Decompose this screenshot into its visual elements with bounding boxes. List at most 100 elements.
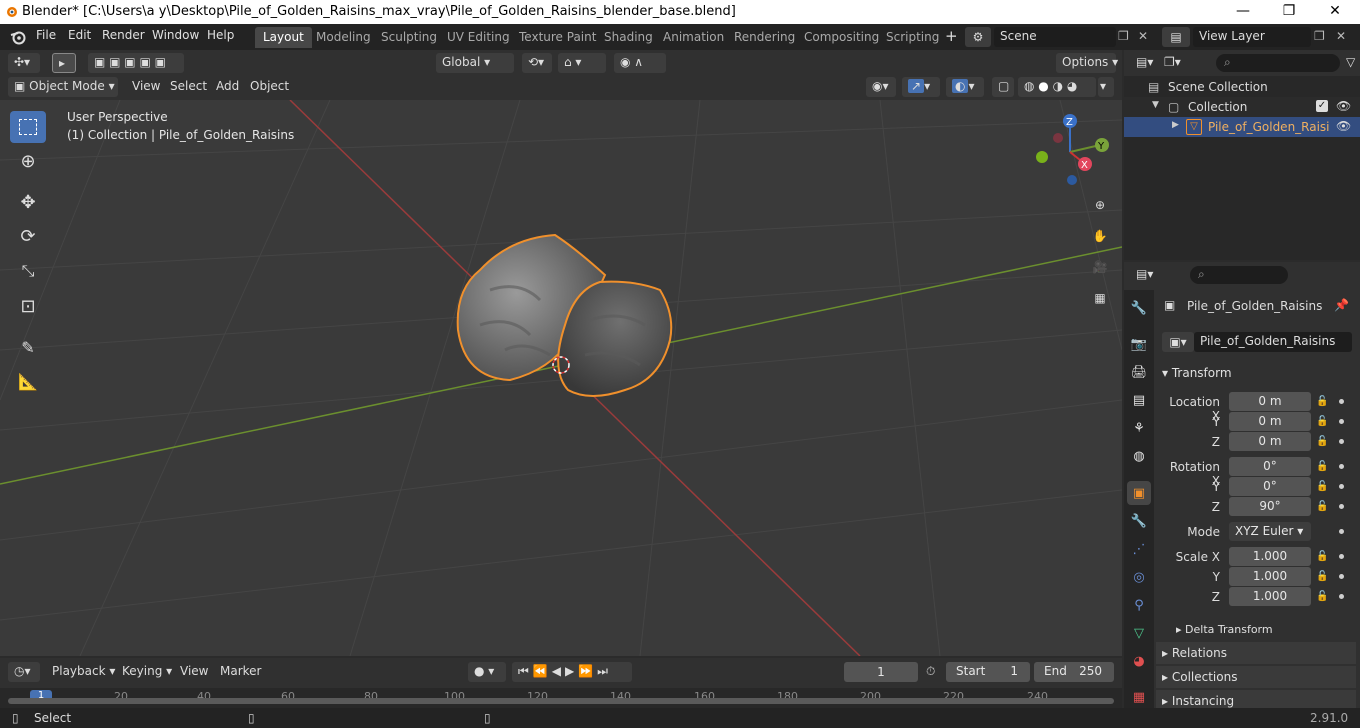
- keyframe-dot-icon[interactable]: [1339, 574, 1344, 579]
- select-box-tool-icon[interactable]: ▸: [52, 53, 76, 73]
- location-z-field[interactable]: 0 m: [1229, 432, 1311, 451]
- location-y-field[interactable]: 0 m: [1229, 412, 1311, 431]
- camera-view-icon[interactable]: 🎥: [1087, 254, 1113, 280]
- xray-toggle-icon[interactable]: ▢: [992, 77, 1014, 97]
- collection-eye-icon[interactable]: 👁: [1336, 99, 1351, 113]
- texture-tab-icon[interactable]: ▦: [1127, 685, 1151, 709]
- keyframe-dot-icon[interactable]: [1339, 594, 1344, 599]
- clock-icon[interactable]: ⏱: [926, 664, 935, 679]
- tab-texture-paint[interactable]: Texture Paint: [511, 27, 604, 48]
- 3d-viewport[interactable]: User Perspective (1) Collection | Pile_o…: [0, 100, 1122, 656]
- rotation-y-field[interactable]: 0°: [1229, 477, 1311, 496]
- rotation-x-field[interactable]: 0°: [1229, 457, 1311, 476]
- select-tool-button[interactable]: [10, 111, 46, 143]
- keyframe-dot-icon[interactable]: [1339, 439, 1344, 444]
- tab-uv-editing[interactable]: UV Editing: [439, 27, 518, 48]
- start-frame-field[interactable]: Start 1: [946, 662, 1030, 682]
- ortho-grid-icon[interactable]: ▦: [1087, 285, 1113, 311]
- transform-orientation-select[interactable]: Global ▾: [436, 53, 514, 73]
- instancing-panel-header[interactable]: ▸ Instancing: [1156, 690, 1356, 708]
- physics-tab-icon[interactable]: ◎: [1127, 565, 1151, 589]
- tab-compositing[interactable]: Compositing: [796, 27, 887, 48]
- lock-icon[interactable]: 🔓: [1316, 591, 1328, 603]
- rotation-z-field[interactable]: 90°: [1229, 497, 1311, 516]
- tab-modeling[interactable]: Modeling: [308, 27, 379, 48]
- outliner-row-scene-collection[interactable]: ▤ Scene Collection: [1124, 77, 1360, 97]
- tab-sculpting[interactable]: Sculpting: [373, 27, 445, 48]
- tab-layout[interactable]: Layout: [255, 27, 312, 48]
- relations-panel-header[interactable]: ▸ Relations: [1156, 642, 1356, 664]
- selection-mode-buttons[interactable]: ▣ ▣ ▣ ▣ ▣: [88, 53, 184, 73]
- expand-arrow-icon[interactable]: ▼: [1152, 100, 1159, 110]
- menu-object[interactable]: Object: [244, 77, 295, 95]
- view-layer-tab-icon[interactable]: ▤: [1127, 388, 1151, 412]
- keyframe-dot-icon[interactable]: [1339, 554, 1344, 559]
- minimize-button[interactable]: —: [1220, 0, 1266, 24]
- menu-file[interactable]: File: [36, 28, 56, 42]
- options-button[interactable]: Options ▾: [1056, 53, 1118, 73]
- tab-shading[interactable]: Shading: [596, 27, 661, 48]
- rotate-tool-button[interactable]: ⟳: [10, 220, 46, 252]
- lock-icon[interactable]: 🔓: [1316, 436, 1328, 448]
- copy-view-layer-icon[interactable]: ❐: [1314, 29, 1325, 43]
- scene-name-field[interactable]: Scene: [994, 27, 1116, 47]
- material-tab-icon[interactable]: ◕: [1127, 649, 1151, 673]
- collections-panel-header[interactable]: ▸ Collections: [1156, 666, 1356, 688]
- raisins-object[interactable]: [450, 230, 680, 410]
- lock-icon[interactable]: 🔓: [1316, 416, 1328, 428]
- properties-search-input[interactable]: ⌕: [1190, 266, 1288, 284]
- tool-tab-icon[interactable]: 🔧: [1127, 296, 1151, 320]
- transform-tool-button[interactable]: ⊡: [10, 290, 46, 322]
- view-layer-field[interactable]: View Layer: [1193, 27, 1311, 47]
- object-name-field[interactable]: Pile_of_Golden_Raisins: [1194, 332, 1352, 352]
- copy-scene-icon[interactable]: ❐: [1118, 29, 1129, 43]
- playback-controls[interactable]: ⏮⏪◀▶⏩⏭: [512, 662, 632, 682]
- object-tab-icon[interactable]: ▣: [1127, 481, 1151, 505]
- lock-icon[interactable]: 🔓: [1316, 501, 1328, 513]
- menu-select[interactable]: Select: [164, 77, 213, 95]
- timeline-view-menu[interactable]: View: [174, 662, 214, 680]
- object-eye-icon[interactable]: 👁: [1336, 119, 1351, 133]
- modifier-tab-icon[interactable]: 🔧: [1127, 509, 1151, 533]
- navigation-gizmo[interactable]: Z Y X: [1030, 112, 1120, 192]
- lock-icon[interactable]: 🔓: [1316, 551, 1328, 563]
- keyframe-dot-icon[interactable]: [1339, 504, 1344, 509]
- pin-icon[interactable]: 📌: [1334, 298, 1349, 312]
- filter-icon[interactable]: ▽: [1346, 55, 1355, 69]
- menu-add[interactable]: Add: [210, 77, 245, 95]
- shading-mode-buttons[interactable]: ◍ ● ◑ ◕: [1018, 77, 1096, 97]
- outliner-search-input[interactable]: ⌕: [1216, 54, 1340, 72]
- scale-y-field[interactable]: 1.000: [1229, 567, 1311, 586]
- menu-render[interactable]: Render: [102, 28, 145, 42]
- location-x-field[interactable]: 0 m: [1229, 392, 1311, 411]
- outliner-row-collection[interactable]: ▼ ▢ Collection ✓ 👁: [1124, 97, 1360, 117]
- move-tool-button[interactable]: ✥: [10, 186, 46, 218]
- particles-tab-icon[interactable]: ⋰: [1127, 537, 1151, 561]
- world-tab-icon[interactable]: ◍: [1127, 444, 1151, 468]
- menu-window[interactable]: Window: [152, 28, 199, 42]
- delete-scene-icon[interactable]: ✕: [1138, 29, 1148, 43]
- keyframe-dot-icon[interactable]: [1339, 464, 1344, 469]
- scale-tool-button[interactable]: ⤡: [10, 255, 46, 287]
- display-mode-icon[interactable]: ❐▾: [1164, 55, 1181, 69]
- outliner-editor-type-icon[interactable]: ▤▾: [1136, 55, 1153, 69]
- data-browse-icon[interactable]: ▣▾: [1162, 332, 1194, 352]
- keyframe-dot-icon[interactable]: [1339, 529, 1344, 534]
- timeline-scrollbar[interactable]: [8, 698, 1114, 704]
- blender-menu-icon[interactable]: [10, 29, 26, 45]
- close-button[interactable]: ✕: [1312, 0, 1358, 24]
- properties-editor-type-icon[interactable]: ▤▾: [1136, 267, 1153, 281]
- playback-menu[interactable]: Playback ▾: [46, 662, 121, 680]
- add-workspace-icon[interactable]: +: [945, 27, 958, 45]
- current-frame-field[interactable]: 1: [844, 662, 918, 682]
- menu-edit[interactable]: Edit: [68, 28, 91, 42]
- lock-icon[interactable]: 🔓: [1316, 461, 1328, 473]
- lock-icon[interactable]: 🔓: [1316, 481, 1328, 493]
- delete-view-layer-icon[interactable]: ✕: [1336, 29, 1346, 43]
- lock-icon[interactable]: 🔓: [1316, 396, 1328, 408]
- tab-rendering[interactable]: Rendering: [726, 27, 803, 48]
- maximize-button[interactable]: ❐: [1266, 0, 1312, 24]
- tab-animation[interactable]: Animation: [655, 27, 732, 48]
- expand-arrow-icon[interactable]: ▶: [1172, 120, 1179, 130]
- snap-icon[interactable]: ⌂ ▾: [558, 53, 606, 73]
